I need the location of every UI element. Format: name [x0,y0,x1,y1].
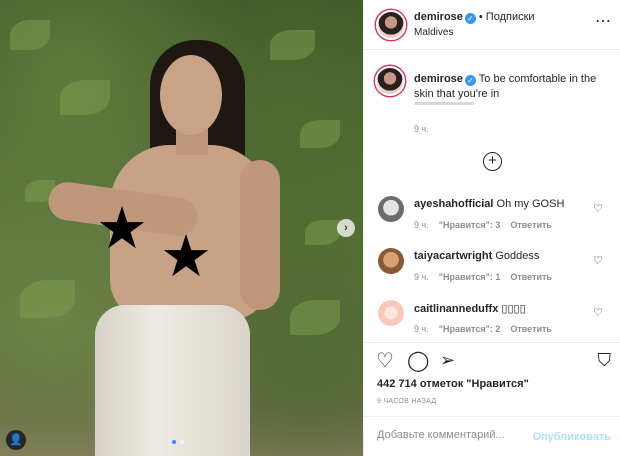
comment-item: caitlinanneduffx ▯▯▯▯ 9 ч. "Нравится": 2 О… [364,300,620,340]
load-more-comments-button[interactable]: + [483,152,502,171]
verified-badge-icon: ✓ [464,75,476,86]
comment-likes[interactable]: "Нравится": 3 [439,220,501,230]
comment-time[interactable]: 9 ч. [414,272,429,282]
censor-star-icon: ★ [96,196,148,261]
comment-username[interactable]: ayeshahofficial [414,198,493,210]
header-user-line: demirose ✓ • Подписки [414,11,535,24]
like-comment-heart-icon[interactable]: ♡ [593,254,603,267]
add-comment-input[interactable] [377,429,527,441]
post-photo[interactable]: ★ ★ › 👤 [0,0,363,456]
carousel-dots [172,440,184,444]
caption-avatar[interactable] [375,66,405,96]
more-options-icon[interactable]: ⋯ [595,11,611,31]
comment-time[interactable]: 9 ч. [414,324,429,334]
share-send-icon[interactable]: ➢ [440,351,455,369]
reply-button[interactable]: Ответить [510,220,552,230]
comment-item: taiyacartwright Goddess 9 ч. "Нравится": … [364,248,620,288]
comment-body: taiyacartwright Goddess [414,250,594,262]
add-comment-bar: Опубликовать [364,416,620,456]
emoji-placeholder-glyphs: ▯▯▯▯ [501,303,526,315]
comment-meta: 9 ч. "Нравится": 3 Ответить [414,220,562,230]
foliage-leaf [305,220,340,245]
post-header: demirose ✓ • Подписки Maldives ⋯ [364,0,620,50]
comment-avatar[interactable] [378,196,404,222]
foliage-leaf [290,300,340,335]
foliage-leaf [10,20,50,50]
post-timestamp: 9 ЧАСОВ НАЗАД [377,398,437,405]
caption-hashtags-faded [414,102,474,105]
figure-head [160,55,222,135]
reply-button[interactable]: Ответить [510,272,552,282]
carousel-dot [180,440,184,444]
carousel-dot-active [172,440,176,444]
comment-likes[interactable]: "Нравится": 2 [439,324,501,334]
foliage-leaf [300,120,340,148]
comment-body: caitlinanneduffx ▯▯▯▯ [414,302,594,315]
post-sidebar: demirose ✓ • Подписки Maldives ⋯ demirose ✓ … [363,0,620,456]
figure-pants [95,305,250,456]
comment-text: Oh my GOSH [496,198,565,210]
like-comment-heart-icon[interactable]: ♡ [593,202,603,215]
header-separator: • [478,11,483,23]
save-bookmark-icon[interactable]: ⛉ [598,351,612,369]
comment-text: Goddess [495,250,540,262]
action-bar: ♡ ◯ ➢ ⛉ [364,342,620,382]
following-button[interactable]: Подписки [486,11,535,23]
location-link[interactable]: Maldives [414,27,453,38]
publish-button[interactable]: Опубликовать [532,431,611,443]
comment-bubble-icon[interactable]: ◯ [407,351,429,371]
censor-star-icon: ★ [160,224,212,289]
tagged-user-icon[interactable]: 👤 [6,430,26,450]
next-photo-button[interactable]: › [337,219,355,237]
likes-count[interactable]: 442 714 отметок "Нравится" [377,378,529,390]
like-heart-icon[interactable]: ♡ [376,351,394,371]
comment-avatar[interactable] [378,248,404,274]
header-username[interactable]: demirose [414,11,463,23]
comment-time[interactable]: 9 ч. [414,220,429,230]
comment-meta: 9 ч. "Нравится": 2 Ответить [414,324,562,334]
like-comment-heart-icon[interactable]: ♡ [593,306,603,319]
comment-body: ayeshahofficial Oh my GOSH [414,198,594,210]
verified-badge-icon: ✓ [464,13,476,24]
caption-username[interactable]: demirose [414,73,463,85]
caption-time[interactable]: 9 ч. [414,124,429,134]
comment-meta: 9 ч. "Нравится": 1 Ответить [414,272,562,282]
reply-button[interactable]: Ответить [510,324,552,334]
figure-arm [240,160,280,310]
caption-text: demirose ✓ To be comfortable in the skin … [414,72,614,102]
avatar[interactable] [376,10,406,40]
comment-username[interactable]: caitlinanneduffx [414,303,498,315]
comment-likes[interactable]: "Нравится": 1 [439,272,501,282]
foliage-leaf [20,280,75,318]
comment-username[interactable]: taiyacartwright [414,250,492,262]
comment-item: ayeshahofficial Oh my GOSH 9 ч. "Нравится… [364,196,620,236]
foliage-leaf [60,80,110,115]
comment-avatar[interactable] [378,300,404,326]
foliage-leaf [270,30,315,60]
